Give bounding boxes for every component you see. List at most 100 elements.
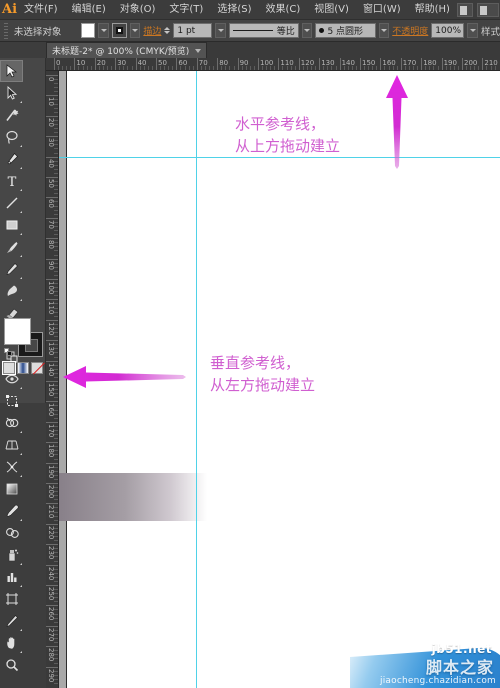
pen-tool[interactable] xyxy=(0,148,23,170)
fill-swatch-dropdown[interactable] xyxy=(98,23,110,38)
rectangle-tool[interactable] xyxy=(0,214,23,236)
ruler-tick xyxy=(46,503,58,505)
paint-mode-group xyxy=(3,362,45,375)
hand-tool[interactable] xyxy=(0,632,23,654)
perspective-grid-tool[interactable] xyxy=(0,434,23,456)
blend-tool[interactable] xyxy=(0,522,23,544)
ruler-tick xyxy=(46,177,58,178)
vertical-guide-note-line1: 垂直参考线， xyxy=(210,354,301,372)
stroke-weight-stepper[interactable] xyxy=(164,27,171,34)
stroke-weight-input[interactable]: 1 pt xyxy=(173,23,213,38)
line-segment-tool[interactable] xyxy=(0,192,23,214)
menu-view[interactable]: 视图(V) xyxy=(307,1,356,19)
selection-tool[interactable] xyxy=(0,60,23,82)
document-tab-label: 未标题-2* @ 100% (CMYK/预览) xyxy=(52,47,190,57)
ruler-tick xyxy=(46,381,58,382)
direct-selection-tool[interactable] xyxy=(0,82,23,104)
ruler-tick xyxy=(46,340,58,342)
stroke-profile-select[interactable]: 等比 xyxy=(228,23,299,38)
symbol-sprayer-tool[interactable] xyxy=(0,544,23,566)
vertical-guide-note: 垂直参考线， 从左方拖动建立 xyxy=(210,352,315,396)
lasso-tool[interactable] xyxy=(0,126,23,148)
svg-text:T: T xyxy=(7,175,16,188)
paintbrush-tool[interactable] xyxy=(0,236,23,258)
ruler-tick xyxy=(46,217,58,219)
ruler-tick xyxy=(94,58,96,70)
opacity-dropdown[interactable] xyxy=(467,23,478,38)
shape-builder-tool[interactable] xyxy=(0,412,23,434)
none-mode-button[interactable] xyxy=(31,362,43,374)
control-bar: 未选择对象 描边 1 pt 等比 5 点圆形 不透明度 100% 样式 xyxy=(0,20,500,42)
opacity-input[interactable]: 100% xyxy=(431,23,465,38)
color-mode-button[interactable] xyxy=(3,362,15,374)
document-tab[interactable]: 未标题-2* @ 100% (CMYK/预览) xyxy=(46,42,208,58)
vertical-guide[interactable] xyxy=(196,71,197,688)
brush-dot-icon xyxy=(319,28,325,33)
stroke-panel-link[interactable]: 描边 xyxy=(143,24,161,37)
vertical-guide-note-line2: 从左方拖动建立 xyxy=(210,376,316,394)
control-bar-grip[interactable] xyxy=(4,22,8,39)
fill-color-swatch[interactable] xyxy=(80,23,96,38)
default-fill-stroke-icon[interactable] xyxy=(4,348,12,356)
pencil-tool[interactable] xyxy=(0,258,23,280)
opacity-panel-link[interactable]: 不透明度 xyxy=(392,24,428,37)
menu-help[interactable]: 帮助(H) xyxy=(408,1,457,19)
stroke-profile-dropdown[interactable] xyxy=(301,23,313,38)
horizontal-ruler[interactable]: 0 10 20 30 40 50 60 70 80 90 100 110 120 130 140 150 160… xyxy=(46,58,500,71)
brush-definition-select[interactable]: 5 点圆形 xyxy=(315,23,376,38)
bridge-icon[interactable] xyxy=(456,2,473,17)
gradient-rectangle-object[interactable] xyxy=(59,473,207,521)
menu-effect[interactable]: 效果(C) xyxy=(258,1,307,19)
horizontal-guide[interactable] xyxy=(59,157,500,158)
ruler-tick xyxy=(421,58,423,70)
ruler-tick xyxy=(462,58,463,70)
type-tool[interactable]: T xyxy=(0,170,23,192)
illustrator-window: Ai 文件(F) 编辑(E) 对象(O) 文字(T) 选择(S) 效果(C) 视… xyxy=(0,0,500,688)
ruler-tick xyxy=(46,156,58,158)
menu-type[interactable]: 文字(T) xyxy=(162,1,210,19)
menu-file[interactable]: 文件(F) xyxy=(17,1,65,19)
menu-window[interactable]: 窗口(W) xyxy=(356,1,408,19)
stroke-color-swatch[interactable] xyxy=(112,23,127,38)
toolbox-fill-swatch[interactable] xyxy=(4,318,31,345)
ruler-tick xyxy=(46,238,58,240)
mesh-tool[interactable] xyxy=(0,456,23,478)
selection-status: 未选择对象 xyxy=(13,26,62,38)
blob-brush-tool[interactable] xyxy=(0,280,23,302)
horizontal-guide-note-line1: 水平参考线， xyxy=(235,115,326,133)
arrange-documents-icon[interactable] xyxy=(476,2,499,17)
brush-definition-dropdown[interactable] xyxy=(378,23,390,38)
magic-wand-tool[interactable] xyxy=(0,104,23,126)
ruler-tick xyxy=(46,319,58,321)
horizontal-guide-note: 水平参考线， 从上方拖动建立 xyxy=(235,113,340,157)
menu-select[interactable]: 选择(S) xyxy=(210,1,258,19)
menubar-right-group xyxy=(456,2,500,17)
ruler-tick xyxy=(46,136,58,138)
ruler-tick xyxy=(441,58,443,70)
gradient-mode-button[interactable] xyxy=(17,362,29,374)
menu-object[interactable]: 对象(O) xyxy=(113,1,163,19)
style-panel-link[interactable]: 样式 xyxy=(481,24,500,38)
stroke-profile-label: 等比 xyxy=(276,27,295,37)
ruler-tick xyxy=(46,585,58,586)
stroke-swatch-dropdown[interactable] xyxy=(129,23,141,38)
ruler-tick xyxy=(46,401,58,403)
app-logo-icon: Ai xyxy=(2,2,18,17)
tab-menu-icon[interactable] xyxy=(195,48,202,53)
vertical-ruler[interactable]: 0 10 20 30 40 50 60 70 80 90 100 110 120 130 140 150 160… xyxy=(46,71,59,688)
slice-tool[interactable] xyxy=(0,610,23,632)
gradient-tool[interactable] xyxy=(0,478,23,500)
column-graph-tool[interactable] xyxy=(0,566,23,588)
ruler-tick xyxy=(135,58,137,70)
stroke-weight-dropdown[interactable] xyxy=(215,23,226,38)
ruler-tick xyxy=(74,58,76,70)
free-transform-tool[interactable] xyxy=(0,390,23,412)
ruler-tick xyxy=(258,58,259,70)
ruler-tick xyxy=(278,58,280,70)
zoom-tool[interactable] xyxy=(0,654,23,676)
menu-edit[interactable]: 编辑(E) xyxy=(65,1,113,19)
eyedropper-tool[interactable] xyxy=(0,500,23,522)
canvas-area[interactable]: 水平参考线， 从上方拖动建立 垂直参考线， 从左方拖动建立 脚本之家 jb51.… xyxy=(59,71,500,688)
artboard-tool[interactable] xyxy=(0,588,23,610)
ruler-tick xyxy=(298,58,300,70)
